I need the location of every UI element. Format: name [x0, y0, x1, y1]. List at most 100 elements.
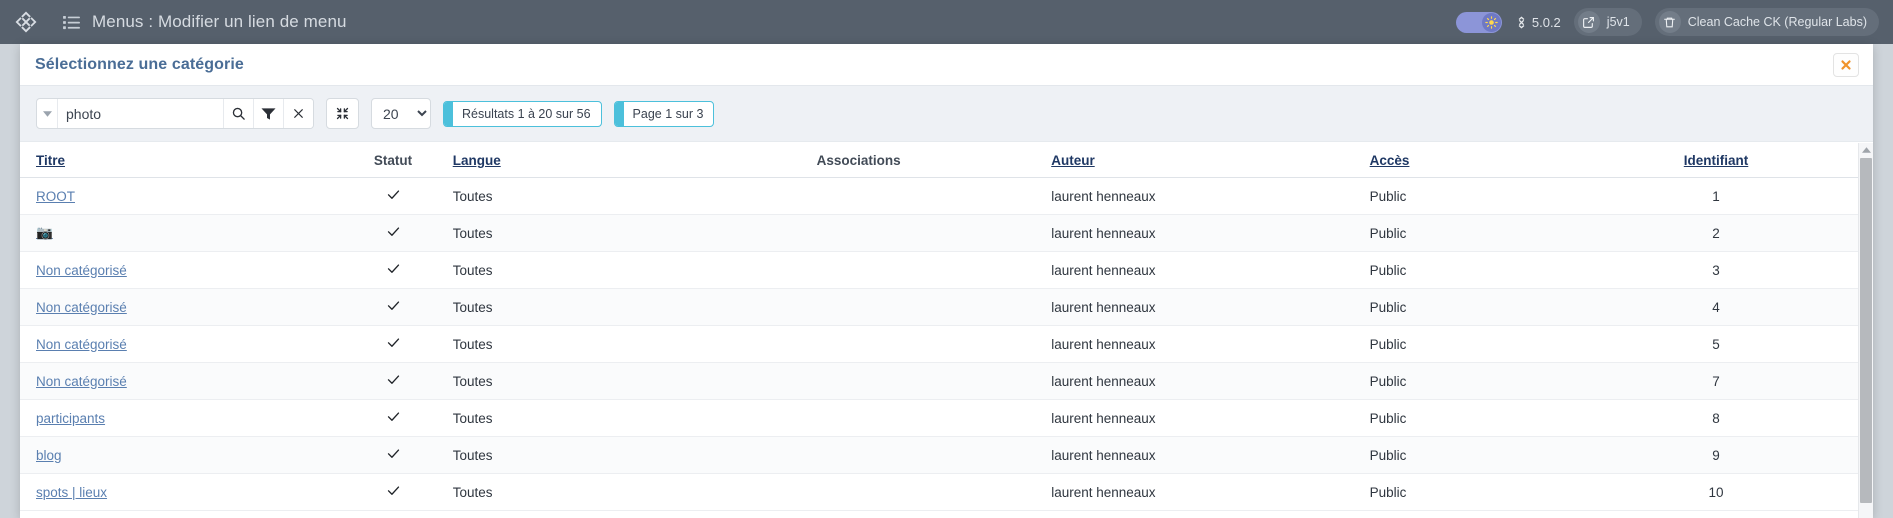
- table-row: 📷 Toutes laurent henneaux Public 2: [20, 214, 1858, 252]
- cell-statut: [333, 399, 453, 437]
- cell-identifiant: 4: [1594, 288, 1858, 326]
- category-title-link[interactable]: Non catégorisé: [36, 337, 127, 352]
- cell-titre: spots | lieux: [20, 473, 334, 511]
- table-row: Non catégorisé Toutes laurent henneaux Publ…: [20, 251, 1858, 289]
- preview-site-button[interactable]: j5v1: [1573, 8, 1642, 36]
- cell-titre: blog: [20, 436, 334, 474]
- column-header-identifiant[interactable]: Identifiant: [1594, 143, 1858, 178]
- theme-toggle[interactable]: [1455, 11, 1502, 33]
- list-menu-icon[interactable]: [56, 9, 86, 35]
- cell-langue: Toutes: [452, 473, 817, 511]
- table-head: Titre Statut Langue Associations Auteur …: [20, 143, 1858, 178]
- trash-icon: [1658, 11, 1681, 33]
- list-toolbar: 5101520253050100Tout Résultats 1 à 20 su…: [20, 86, 1873, 142]
- chevron-down-icon[interactable]: [37, 99, 58, 128]
- modal-title: Sélectionnez une catégorie: [35, 55, 244, 73]
- cell-titre: ROOT: [20, 177, 334, 215]
- select-category-modal: Sélectionnez une catégorie photo 20 Résu…: [20, 44, 1873, 518]
- scrollbar-thumb[interactable]: [1860, 158, 1872, 503]
- category-table: Titre Statut Langue Associations Auteur …: [20, 143, 1858, 511]
- modal-header: Sélectionnez une catégorie: [20, 44, 1873, 86]
- table-row: Non catégorisé Toutes laurent henneaux Publ…: [20, 325, 1858, 363]
- category-title-link[interactable]: blog: [36, 448, 62, 463]
- cell-langue: Toutes: [452, 251, 817, 289]
- cell-associations: [816, 399, 1052, 437]
- category-title-link[interactable]: 📷: [36, 225, 53, 240]
- cell-acces: Public: [1369, 177, 1595, 215]
- cell-langue: Toutes: [452, 177, 817, 215]
- search-input[interactable]: [58, 99, 223, 128]
- cell-identifiant: 8: [1594, 399, 1858, 437]
- column-header-auteur[interactable]: Auteur: [1051, 143, 1370, 178]
- category-title-link[interactable]: Non catégorisé: [36, 374, 127, 389]
- search-icon[interactable]: [223, 99, 253, 128]
- cell-statut: [333, 177, 453, 215]
- column-header-titre[interactable]: Titre: [20, 143, 334, 178]
- list-limit-select[interactable]: 5101520253050100Tout: [371, 98, 431, 129]
- cell-associations: [816, 288, 1052, 326]
- joomla-version-chip: 5.0.2: [1515, 15, 1561, 30]
- check-icon: [386, 300, 401, 316]
- filter-icon[interactable]: [253, 99, 283, 128]
- badge-accent: [444, 101, 453, 126]
- cell-acces: Public: [1369, 251, 1595, 289]
- category-title-link[interactable]: spots | lieux: [36, 485, 107, 500]
- cell-identifiant: 2: [1594, 214, 1858, 252]
- cell-acces: Public: [1369, 399, 1595, 437]
- cell-titre: Non catégorisé: [20, 325, 334, 363]
- cell-statut: [333, 288, 453, 326]
- cell-auteur: laurent henneaux: [1051, 325, 1370, 363]
- page-background-left: [0, 44, 20, 518]
- cell-identifiant: 7: [1594, 362, 1858, 400]
- check-icon: [386, 226, 401, 242]
- cell-statut: [333, 436, 453, 474]
- column-header-statut: Statut: [333, 143, 453, 178]
- results-count-label: Résultats 1 à 20 sur 56: [462, 106, 591, 121]
- cell-auteur: laurent henneaux: [1051, 251, 1370, 289]
- cell-auteur: laurent henneaux: [1051, 288, 1370, 326]
- column-header-associations: Associations: [816, 143, 1052, 178]
- clean-cache-label: Clean Cache CK (Regular Labs): [1687, 15, 1867, 29]
- cell-auteur: laurent henneaux: [1051, 214, 1370, 252]
- vertical-scrollbar[interactable]: [1858, 143, 1873, 518]
- check-icon: [386, 411, 401, 427]
- cell-titre: 📷: [20, 214, 334, 252]
- chevron-up-icon[interactable]: [1859, 143, 1873, 157]
- cell-statut: [333, 214, 453, 252]
- table-row: Non catégorisé Toutes laurent henneaux Publ…: [20, 288, 1858, 326]
- category-title-link[interactable]: Non catégorisé: [36, 263, 127, 278]
- category-title-link[interactable]: participants: [36, 411, 105, 426]
- check-icon: [386, 189, 401, 205]
- cell-langue: Toutes: [452, 436, 817, 474]
- clean-cache-button[interactable]: Clean Cache CK (Regular Labs): [1654, 8, 1879, 36]
- joomla-logo-icon[interactable]: [12, 8, 40, 36]
- column-header-titre-label: Titre: [36, 153, 66, 168]
- column-header-acces[interactable]: Accès: [1369, 143, 1595, 178]
- clear-x-icon[interactable]: [283, 99, 313, 128]
- cell-auteur: laurent henneaux: [1051, 436, 1370, 474]
- cell-identifiant: 10: [1594, 473, 1858, 511]
- cell-associations: [816, 325, 1052, 363]
- cell-langue: Toutes: [452, 288, 817, 326]
- column-header-langue[interactable]: Langue: [452, 143, 817, 178]
- cell-statut: [333, 325, 453, 363]
- cell-acces: Public: [1369, 436, 1595, 474]
- badge-accent: [614, 101, 624, 126]
- category-title-link[interactable]: ROOT: [36, 189, 75, 204]
- cell-acces: Public: [1369, 288, 1595, 326]
- table-body: ROOT Toutes laurent henneaux Public 1 📷 Toutes…: [20, 177, 1858, 511]
- cell-langue: Toutes: [452, 325, 817, 363]
- cell-titre: Non catégorisé: [20, 288, 334, 326]
- collapse-arrows-icon[interactable]: [326, 98, 359, 129]
- category-title-link[interactable]: Non catégorisé: [36, 300, 127, 315]
- cell-statut: [333, 251, 453, 289]
- table-header-row: Titre Statut Langue Associations Auteur …: [20, 143, 1858, 178]
- cell-statut: [333, 473, 453, 511]
- cell-associations: [816, 177, 1052, 215]
- close-icon[interactable]: [1833, 52, 1859, 77]
- cell-auteur: laurent henneaux: [1051, 177, 1370, 215]
- category-table-container: Titre Statut Langue Associations Auteur …: [20, 143, 1858, 518]
- modal-body: 5101520253050100Tout Résultats 1 à 20 su…: [20, 86, 1873, 518]
- table-row: Non catégorisé Toutes laurent henneaux Publ…: [20, 362, 1858, 400]
- table-row: participants Toutes laurent henneaux Public…: [20, 399, 1858, 437]
